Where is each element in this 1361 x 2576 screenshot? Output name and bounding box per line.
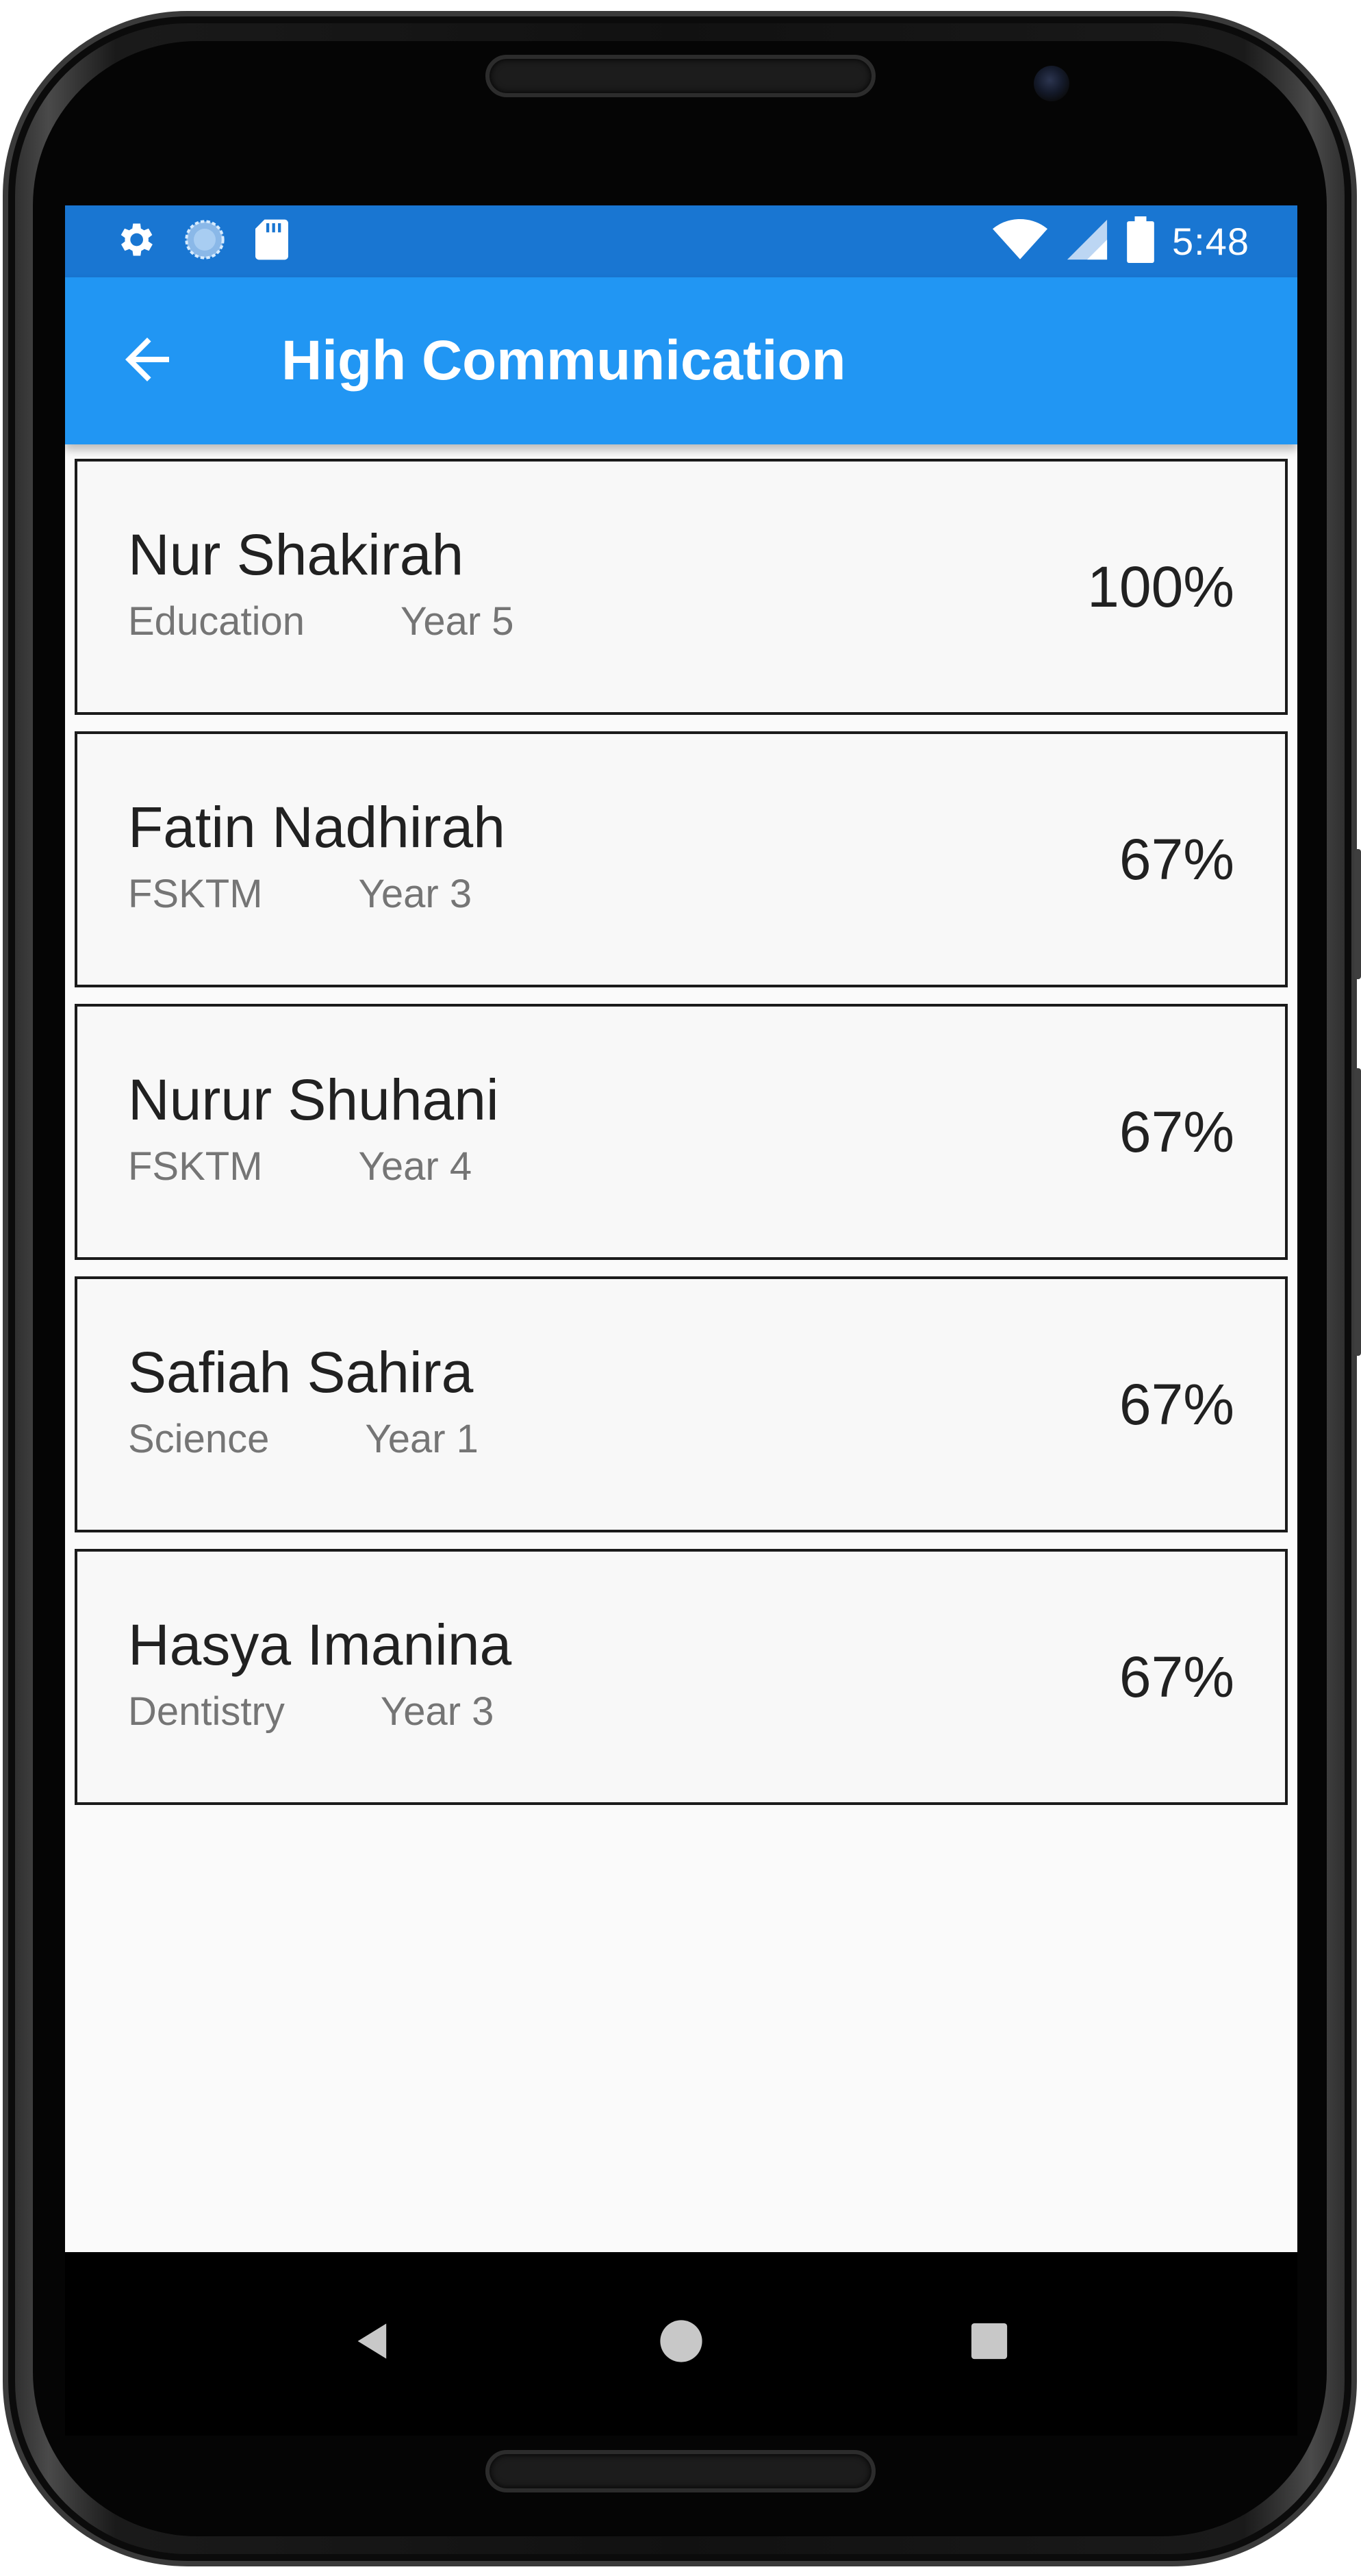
student-percent: 100% [1087, 554, 1234, 619]
back-button[interactable] [106, 320, 188, 402]
settings-icon [113, 218, 157, 265]
student-percent: 67% [1119, 1644, 1234, 1709]
power-button [1354, 1068, 1361, 1356]
student-name: Safiah Sahira [128, 1340, 474, 1404]
student-faculty: Dentistry [128, 1689, 285, 1734]
screen: 5:48 High Communication Nur Shakirah Edu… [65, 205, 1297, 2329]
student-meta: Science Year 1 [128, 1416, 479, 1462]
app-bar: High Communication [65, 277, 1297, 444]
wifi-icon [993, 218, 1047, 265]
student-year: Year 3 [358, 872, 472, 916]
page-title: High Communication [281, 329, 846, 392]
student-faculty: Education [128, 599, 305, 644]
student-name: Fatin Nadhirah [128, 795, 505, 859]
student-list-view: Nur Shakirah Education Year 5 100% Fatin… [65, 444, 1297, 2329]
battery-icon [1127, 216, 1154, 266]
back-triangle-icon [351, 2319, 395, 2366]
student-name: Nur Shakirah [128, 522, 464, 587]
student-card[interactable]: Nur Shakirah Education Year 5 100% [75, 459, 1288, 715]
front-camera [1034, 66, 1069, 101]
student-percent: 67% [1119, 826, 1234, 892]
student-faculty: FSKTM [128, 872, 263, 916]
nav-back-button[interactable] [339, 2308, 407, 2377]
student-card[interactable]: Hasya Imanina Dentistry Year 3 67% [75, 1549, 1288, 1805]
sd-card-icon [253, 218, 291, 265]
arrow-back-icon [114, 327, 180, 396]
home-circle-icon [658, 2318, 704, 2368]
student-card[interactable]: Safiah Sahira Science Year 1 67% [75, 1276, 1288, 1532]
student-meta: FSKTM Year 3 [128, 871, 472, 917]
bottom-speaker [485, 2450, 876, 2492]
status-bar: 5:48 [65, 205, 1297, 277]
student-percent: 67% [1119, 1372, 1234, 1437]
volume-button [1354, 849, 1361, 979]
student-card[interactable]: Fatin Nadhirah FSKTM Year 3 67% [75, 731, 1288, 987]
student-year: Year 4 [358, 1144, 472, 1189]
student-meta: Dentistry Year 3 [128, 1689, 494, 1734]
student-year: Year 1 [365, 1417, 479, 1461]
nav-home-button[interactable] [647, 2308, 715, 2377]
student-meta: FSKTM Year 4 [128, 1144, 472, 1189]
sync-icon [183, 218, 227, 265]
student-faculty: Science [128, 1417, 270, 1461]
nav-recents-button[interactable] [955, 2308, 1023, 2377]
student-year: Year 3 [380, 1689, 494, 1734]
student-name: Hasya Imanina [128, 1613, 512, 1677]
navigation-bar [65, 2252, 1297, 2436]
student-card[interactable]: Nurur Shuhani FSKTM Year 4 67% [75, 1004, 1288, 1260]
student-faculty: FSKTM [128, 1144, 263, 1189]
cell-signal-icon [1065, 218, 1109, 265]
student-name: Nurur Shuhani [128, 1068, 499, 1132]
top-speaker [485, 55, 876, 97]
student-list: Nur Shakirah Education Year 5 100% Fatin… [75, 459, 1288, 1821]
student-percent: 67% [1119, 1099, 1234, 1164]
student-meta: Education Year 5 [128, 598, 514, 644]
student-year: Year 5 [400, 599, 514, 644]
recents-square-icon [969, 2321, 1009, 2364]
status-time: 5:48 [1172, 220, 1249, 263]
